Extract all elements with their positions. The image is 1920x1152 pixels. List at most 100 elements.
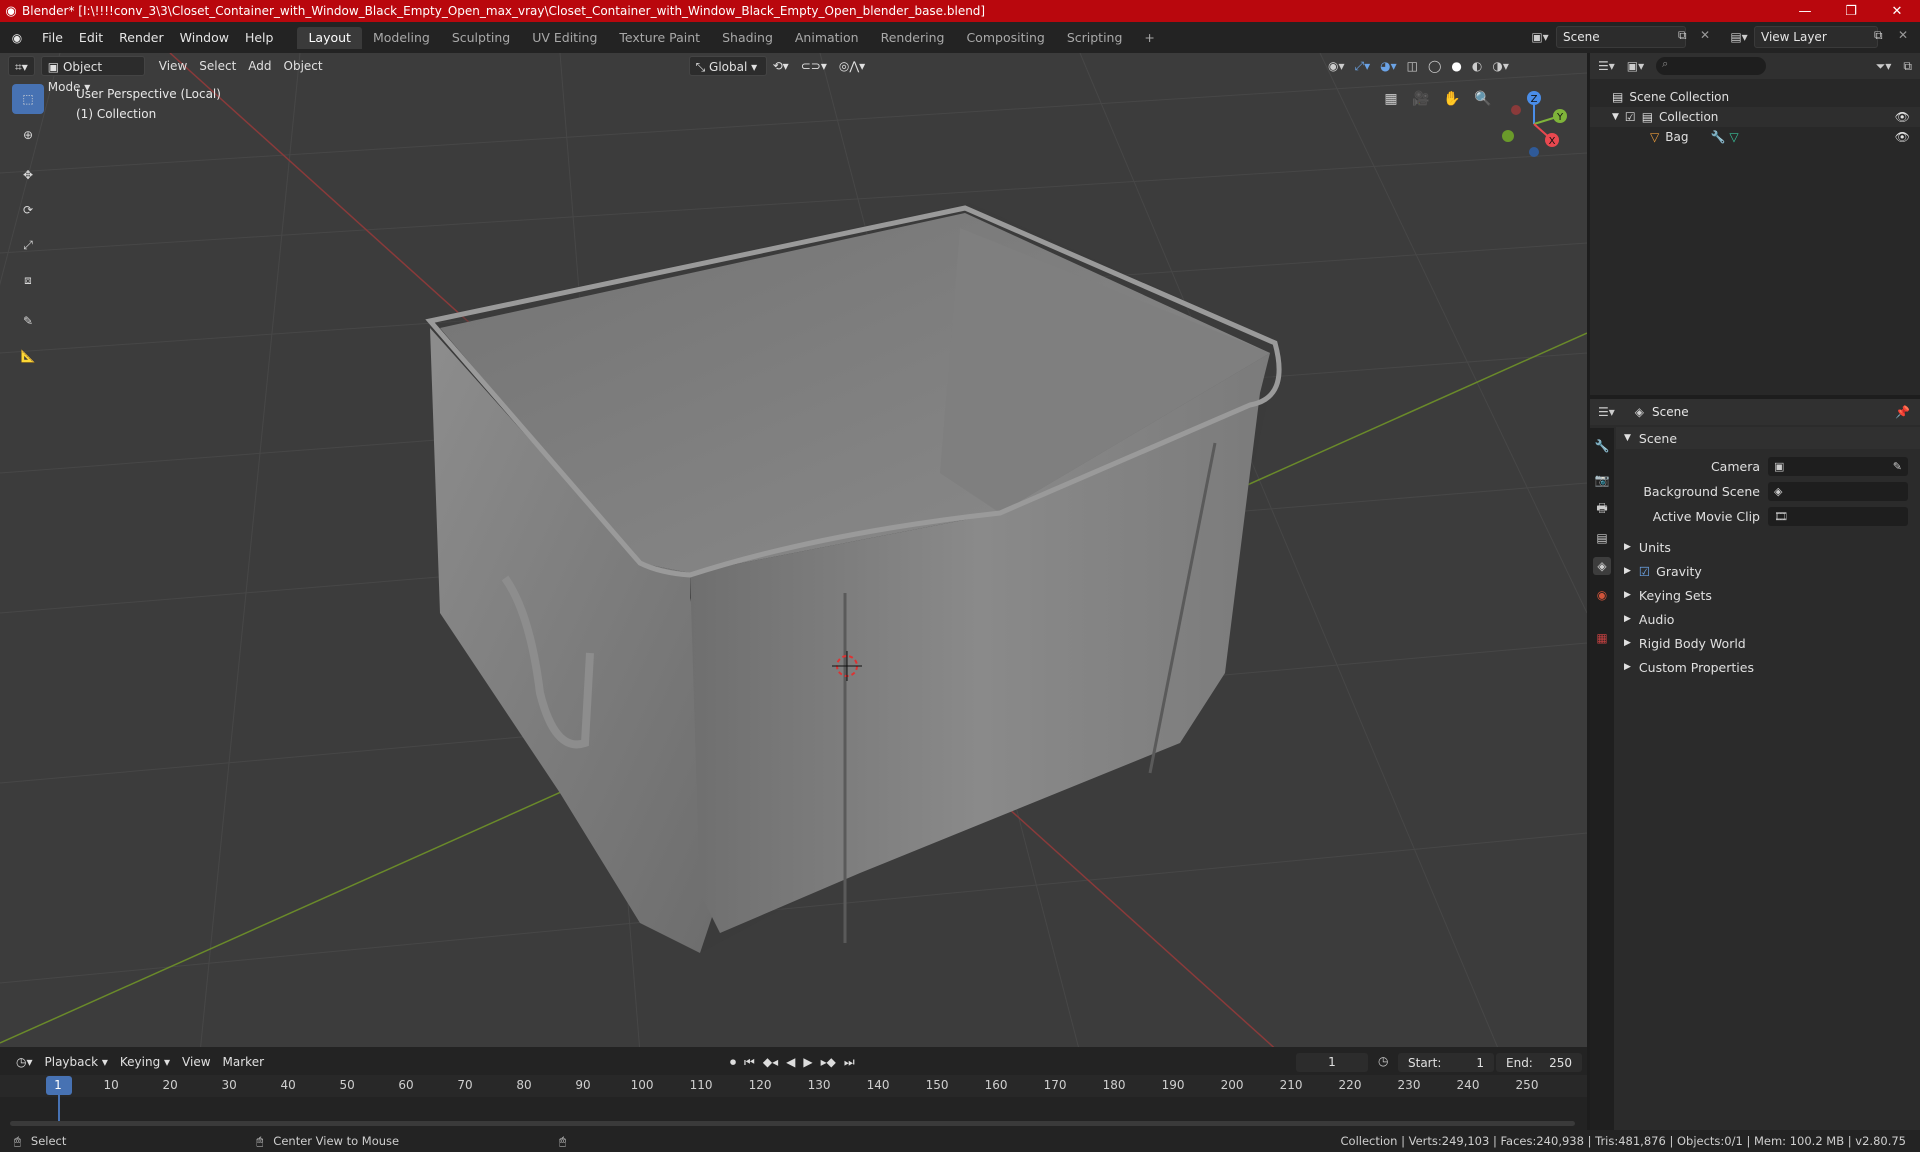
menu-edit[interactable]: Edit bbox=[71, 27, 111, 49]
tab-shading[interactable]: Shading bbox=[711, 27, 784, 49]
menu-keying[interactable]: Keying ▾ bbox=[114, 1052, 176, 1072]
xray-icon[interactable]: ◫ bbox=[1407, 59, 1418, 73]
timeline-editor-icon[interactable]: ◷▾ bbox=[10, 1052, 39, 1072]
menu-marker[interactable]: Marker bbox=[217, 1052, 270, 1072]
custom-properties-panel[interactable]: ▶ Custom Properties bbox=[1616, 656, 1920, 678]
outliner-object-bag[interactable]: ▽ Bag 🔧 ▽ 👁 bbox=[1590, 127, 1920, 147]
close-icon[interactable]: ✕ bbox=[1874, 0, 1920, 22]
end-frame-field[interactable]: End: 250 bbox=[1496, 1053, 1582, 1072]
menu-playback[interactable]: Playback ▾ bbox=[39, 1052, 114, 1072]
next-keyframe-icon[interactable]: ▸◆ bbox=[821, 1055, 836, 1070]
camera-field[interactable]: ▣ ✎ bbox=[1768, 457, 1908, 476]
menu-window[interactable]: Window bbox=[172, 27, 237, 49]
new-scene-icon[interactable]: ⧉ bbox=[1678, 28, 1687, 43]
zoom-view-icon[interactable]: 🔍 bbox=[1469, 85, 1497, 113]
record-icon[interactable]: ⏺ bbox=[730, 1055, 736, 1070]
gravity-checkbox[interactable]: ☑ bbox=[1639, 564, 1650, 579]
tab-modeling[interactable]: Modeling bbox=[362, 27, 441, 49]
expand-arrow-icon[interactable]: ▼ bbox=[1612, 112, 1619, 122]
cursor-tool-icon[interactable]: ⊕ bbox=[12, 120, 44, 150]
tab-sculpting[interactable]: Sculpting bbox=[441, 27, 521, 49]
units-panel[interactable]: ▶ Units bbox=[1616, 536, 1920, 558]
tab-layout[interactable]: Layout bbox=[297, 26, 362, 49]
outliner-scene-collection[interactable]: ▤ Scene Collection bbox=[1590, 87, 1920, 107]
material-shading-icon[interactable]: ◐ bbox=[1472, 59, 1482, 73]
world-tab-icon[interactable]: ◉ bbox=[1593, 586, 1611, 604]
outliner-search-input[interactable]: ⌕ bbox=[1656, 57, 1767, 75]
menu-view[interactable]: View bbox=[153, 56, 193, 76]
3d-viewport[interactable] bbox=[0, 53, 1587, 1053]
navigation-gizmo[interactable]: Z Y X bbox=[1496, 84, 1576, 164]
play-reverse-icon[interactable]: ◀ bbox=[786, 1055, 795, 1070]
new-view-layer-icon[interactable]: ⧉ bbox=[1874, 28, 1883, 43]
view-layer-tab-icon[interactable]: ▤ bbox=[1593, 529, 1611, 547]
add-workspace-icon[interactable]: + bbox=[1133, 27, 1165, 49]
movie-clip-field[interactable]: 🎞 bbox=[1768, 507, 1908, 526]
scene-tab-icon[interactable]: ◈ bbox=[1593, 557, 1611, 575]
select-box-icon[interactable]: ⬚ bbox=[12, 84, 44, 114]
menu-render[interactable]: Render bbox=[111, 27, 172, 49]
output-tab-icon[interactable]: 🖶 bbox=[1593, 500, 1611, 518]
overlay-toggle-icon[interactable]: ◕▾ bbox=[1380, 59, 1397, 73]
mesh-data-icon[interactable]: ▽ bbox=[1729, 130, 1738, 144]
jump-end-icon[interactable]: ⏭ bbox=[844, 1055, 855, 1070]
menu-select[interactable]: Select bbox=[193, 56, 242, 76]
tool-tab-icon[interactable]: 🔧 bbox=[1593, 437, 1611, 455]
tab-compositing[interactable]: Compositing bbox=[955, 27, 1055, 49]
new-collection-icon[interactable]: ⧉ bbox=[1903, 59, 1912, 74]
gizmo-toggle-icon[interactable]: ⤢▾ bbox=[1355, 59, 1371, 74]
object-visibility-icon[interactable]: 👁 bbox=[1895, 130, 1910, 144]
current-frame-field[interactable]: 1 bbox=[1296, 1053, 1368, 1072]
texture-tab-icon[interactable]: ▦ bbox=[1593, 629, 1611, 647]
menu-timeline-view[interactable]: View bbox=[176, 1052, 216, 1072]
eyedropper-icon[interactable]: ✎ bbox=[1893, 460, 1902, 473]
annotate-tool-icon[interactable]: ✎ bbox=[12, 306, 44, 336]
collection-visibility-icon[interactable]: 👁 bbox=[1895, 110, 1910, 124]
preview-range-icon[interactable]: ◷ bbox=[1378, 1054, 1388, 1068]
tab-uv-editing[interactable]: UV Editing bbox=[521, 27, 608, 49]
menu-add[interactable]: Add bbox=[242, 56, 277, 76]
menu-object[interactable]: Object bbox=[278, 56, 329, 76]
snap-icon[interactable]: ⊂⊃▾ bbox=[795, 56, 833, 76]
mode-selector[interactable]: ▣ Object Mode ▾ bbox=[40, 56, 145, 94]
play-icon[interactable]: ▶ bbox=[803, 1055, 812, 1070]
render-tab-icon[interactable]: 📷 bbox=[1593, 471, 1611, 489]
menu-help[interactable]: Help bbox=[237, 27, 282, 49]
outliner-collection[interactable]: ▼ ☑ ▤ Collection 👁 bbox=[1590, 107, 1920, 127]
pin-icon[interactable]: 📌 bbox=[1895, 405, 1910, 419]
transform-tool-icon[interactable]: ⧈ bbox=[12, 265, 44, 295]
jump-start-icon[interactable]: ⏮ bbox=[744, 1055, 755, 1070]
editor-type-icon[interactable]: ⌗▾ bbox=[8, 56, 35, 76]
properties-editor-icon[interactable]: ☰▾ bbox=[1598, 405, 1615, 419]
tab-scripting[interactable]: Scripting bbox=[1056, 27, 1134, 49]
menu-file[interactable]: File bbox=[34, 27, 71, 49]
background-scene-field[interactable]: ◈ bbox=[1768, 482, 1908, 501]
delete-view-layer-icon[interactable]: ✕ bbox=[1898, 28, 1908, 42]
camera-view-icon[interactable]: 🎥 bbox=[1407, 85, 1435, 113]
maximize-icon[interactable]: ❐ bbox=[1828, 0, 1874, 22]
visibility-icon[interactable]: ◉▾ bbox=[1328, 59, 1345, 73]
pivot-icon[interactable]: ⟲▾ bbox=[767, 56, 795, 76]
rigid-body-world-panel[interactable]: ▶ Rigid Body World bbox=[1616, 632, 1920, 654]
rendered-shading-icon[interactable]: ◑▾ bbox=[1492, 59, 1509, 73]
delete-scene-icon[interactable]: ✕ bbox=[1700, 28, 1710, 42]
collection-checkbox[interactable]: ☑ bbox=[1625, 110, 1636, 124]
minimize-icon[interactable]: — bbox=[1782, 0, 1828, 22]
scene-panel-header[interactable]: ▼ Scene bbox=[1616, 427, 1920, 449]
scene-name-field[interactable]: Scene bbox=[1556, 26, 1686, 48]
filter-icon[interactable]: ⏷▾ bbox=[1876, 59, 1892, 74]
wireframe-shading-icon[interactable]: ◯ bbox=[1428, 59, 1441, 73]
keying-sets-panel[interactable]: ▶ Keying Sets bbox=[1616, 584, 1920, 606]
solid-shading-icon[interactable]: ● bbox=[1451, 59, 1461, 73]
tab-animation[interactable]: Animation bbox=[784, 27, 870, 49]
scale-tool-icon[interactable]: ⤢ bbox=[12, 230, 44, 260]
pan-view-icon[interactable]: ✋ bbox=[1438, 85, 1466, 113]
view-layer-icon[interactable]: ▤▾ bbox=[1724, 27, 1754, 47]
outliner-editor-icon[interactable]: ☰▾ bbox=[1598, 59, 1615, 73]
display-mode-icon[interactable]: ▣▾ bbox=[1627, 59, 1644, 73]
prev-keyframe-icon[interactable]: ◆◂ bbox=[763, 1055, 778, 1070]
audio-panel[interactable]: ▶ Audio bbox=[1616, 608, 1920, 630]
scene-selector-icon[interactable]: ▣▾ bbox=[1526, 27, 1554, 47]
blender-menu-icon[interactable]: ◉ bbox=[0, 31, 34, 45]
view-layer-field[interactable]: View Layer bbox=[1754, 26, 1878, 48]
